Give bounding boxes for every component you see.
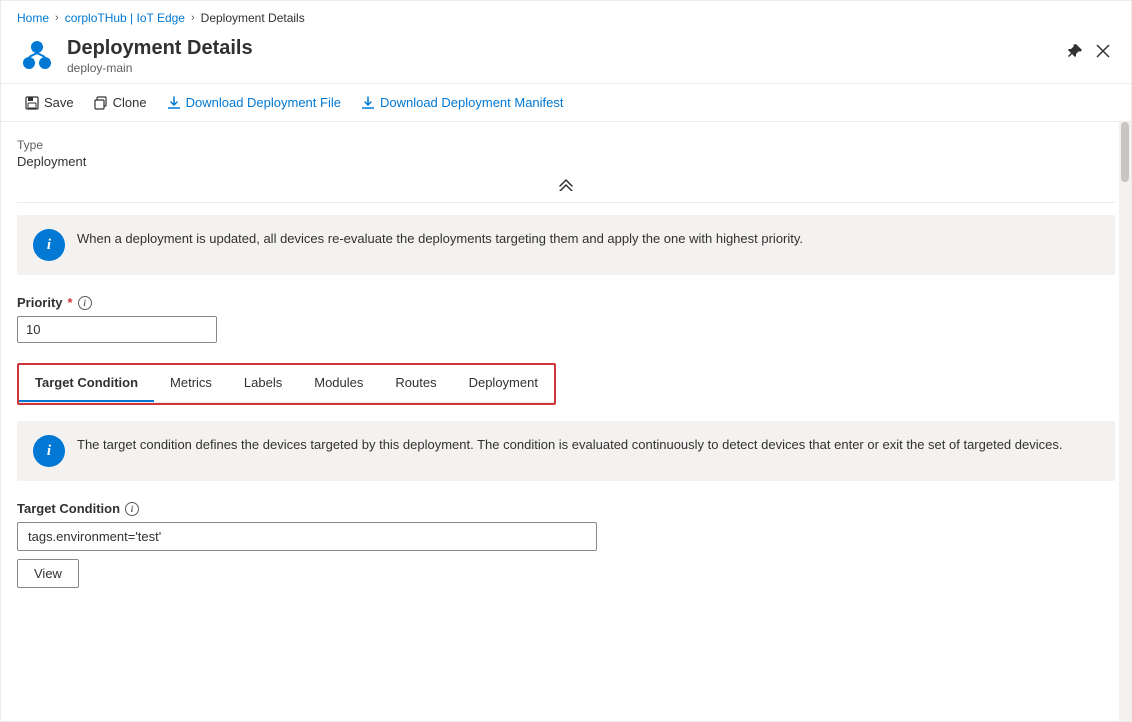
close-button[interactable] xyxy=(1091,39,1115,63)
panel-subtitle: deploy-main xyxy=(67,61,1115,75)
save-label: Save xyxy=(44,95,74,110)
pin-button[interactable] xyxy=(1063,39,1087,63)
info-banner-1: i When a deployment is updated, all devi… xyxy=(17,215,1115,275)
priority-info-icon: i xyxy=(78,296,92,310)
target-condition-field: Target Condition i View xyxy=(17,501,1115,588)
toolbar: Save Clone Download Deployment File Down… xyxy=(1,84,1131,122)
target-condition-label-text: Target Condition xyxy=(17,501,120,516)
download-file-label: Download Deployment File xyxy=(186,95,341,110)
breadcrumb-home[interactable]: Home xyxy=(17,11,49,25)
main-panel: Home › corploTHub | IoT Edge › Deploymen… xyxy=(0,0,1132,722)
breadcrumb: Home › corploTHub | IoT Edge › Deploymen… xyxy=(1,1,1131,31)
info-banner-2: i The target condition defines the devic… xyxy=(17,421,1115,481)
type-value: Deployment xyxy=(17,154,1115,169)
scrollbar-track[interactable] xyxy=(1119,122,1131,721)
scrollbar-thumb[interactable] xyxy=(1121,122,1129,182)
breadcrumb-current: Deployment Details xyxy=(201,11,305,25)
download-manifest-label: Download Deployment Manifest xyxy=(380,95,564,110)
target-condition-info-icon: i xyxy=(125,502,139,516)
clone-button[interactable]: Clone xyxy=(86,90,155,115)
save-button[interactable]: Save xyxy=(17,90,82,115)
tab-modules[interactable]: Modules xyxy=(298,365,379,402)
info-icon-1: i xyxy=(33,229,65,261)
tabs-container: Target Condition Metrics Labels Modules … xyxy=(17,363,556,405)
panel-top-actions xyxy=(1063,39,1115,63)
collapse-section xyxy=(17,177,1115,203)
tab-metrics[interactable]: Metrics xyxy=(154,365,228,402)
breadcrumb-hub[interactable]: corploTHub | IoT Edge xyxy=(65,11,185,25)
breadcrumb-sep-2: › xyxy=(191,12,195,24)
priority-field: Priority * i xyxy=(17,295,1115,343)
priority-label-text: Priority xyxy=(17,295,63,310)
panel-title-group: Deployment Details deploy-main xyxy=(67,35,1115,75)
tab-deployment[interactable]: Deployment xyxy=(453,365,554,402)
target-condition-input[interactable] xyxy=(17,522,597,551)
info-text-2: The target condition defines the devices… xyxy=(77,435,1099,455)
download-manifest-button[interactable]: Download Deployment Manifest xyxy=(353,90,572,115)
panel-header: Deployment Details deploy-main xyxy=(1,31,1131,84)
priority-label: Priority * i xyxy=(17,295,1115,310)
tab-routes[interactable]: Routes xyxy=(379,365,452,402)
type-label: Type xyxy=(17,138,1115,152)
view-button[interactable]: View xyxy=(17,559,79,588)
priority-input[interactable] xyxy=(17,316,217,343)
tab-labels[interactable]: Labels xyxy=(228,365,298,402)
download-file-button[interactable]: Download Deployment File xyxy=(159,90,349,115)
tabs: Target Condition Metrics Labels Modules … xyxy=(19,365,554,403)
type-section: Type Deployment xyxy=(17,138,1115,169)
collapse-button[interactable] xyxy=(556,177,576,194)
tab-target-condition[interactable]: Target Condition xyxy=(19,365,154,402)
target-condition-label: Target Condition i xyxy=(17,501,1115,516)
info-text-1: When a deployment is updated, all device… xyxy=(77,229,1099,249)
panel-title: Deployment Details xyxy=(67,35,1115,61)
required-indicator: * xyxy=(68,295,73,310)
content-area: Type Deployment i When a deployment is u… xyxy=(1,122,1131,721)
deployment-icon xyxy=(17,35,57,75)
info-icon-2: i xyxy=(33,435,65,467)
clone-label: Clone xyxy=(113,95,147,110)
breadcrumb-sep-1: › xyxy=(55,12,59,24)
